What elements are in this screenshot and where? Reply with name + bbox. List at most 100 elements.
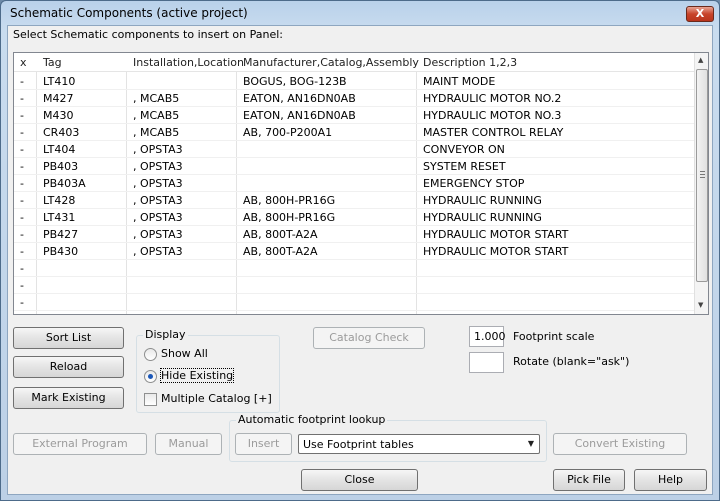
- cell-tag: LT428: [43, 194, 76, 207]
- grip-line: [700, 171, 705, 172]
- components-grid[interactable]: x Tag Installation,Location Manufacturer…: [13, 52, 709, 315]
- table-row[interactable]: - M430 , MCAB5 EATON, AN16DN0AB HYDRAULIC MO…: [14, 107, 694, 124]
- chevron-down-icon[interactable]: ▼: [523, 435, 539, 453]
- grid-header: x Tag Installation,Location Manufacturer…: [14, 53, 694, 72]
- display-group: Display Show All Hide Existing Multiple …: [136, 328, 280, 413]
- cell-x: -: [20, 211, 24, 224]
- cell-x: -: [20, 160, 24, 173]
- cell-mfr: EATON, AN16DN0AB: [243, 92, 356, 105]
- rotate-input[interactable]: [469, 352, 504, 373]
- cell-x: -: [20, 194, 24, 207]
- header-x[interactable]: x: [20, 56, 27, 69]
- cell-mfr: AB, 800H-PR16G: [243, 194, 336, 207]
- header-location[interactable]: Installation,Location: [133, 56, 244, 69]
- cell-x: -: [20, 262, 24, 275]
- cell-loc: , MCAB5: [133, 126, 180, 139]
- cell-desc: HYDRAULIC MOTOR START: [423, 245, 569, 258]
- header-tag[interactable]: Tag: [43, 56, 62, 69]
- show-all-radio[interactable]: [144, 348, 157, 361]
- footprint-lookup-group: Automatic footprint lookup Insert Use Fo…: [229, 413, 547, 462]
- pick-file-button[interactable]: Pick File: [553, 469, 625, 491]
- sort-list-button[interactable]: Sort List: [13, 327, 124, 349]
- table-row[interactable]: - CR403 , MCAB5 AB, 700-P200A1 MASTER CONTRO…: [14, 124, 694, 141]
- cell-x: -: [20, 177, 24, 190]
- table-row[interactable]: -: [14, 277, 694, 294]
- cell-loc: , OPSTA3: [133, 245, 183, 258]
- cell-desc: HYDRAULIC MOTOR NO.2: [423, 92, 562, 105]
- cell-tag: M430: [43, 109, 74, 122]
- external-program-button[interactable]: External Program: [13, 433, 147, 455]
- footprint-scale-input[interactable]: 1.000: [469, 326, 506, 347]
- cell-x: -: [20, 92, 24, 105]
- close-button[interactable]: Close: [301, 469, 418, 491]
- cell-tag: PB403A: [43, 177, 86, 190]
- table-row[interactable]: - LT404 , OPSTA3 CONVEYOR ON: [14, 141, 694, 158]
- cell-tag: CR403: [43, 126, 80, 139]
- table-row[interactable]: - PB403A , OPSTA3 EMERGENCY STOP: [14, 175, 694, 192]
- footprint-source-dropdown[interactable]: Use Footprint tables ▼: [298, 434, 540, 454]
- dialog-client-area: Select Schematic components to insert on…: [7, 25, 713, 495]
- multiple-catalog-label[interactable]: Multiple Catalog [+]: [161, 392, 272, 405]
- cell-mfr: EATON, AN16DN0AB: [243, 109, 356, 122]
- scrollbar-thumb[interactable]: [696, 69, 708, 282]
- hide-existing-radio[interactable]: [144, 370, 157, 383]
- table-row[interactable]: - PB430 , OPSTA3 AB, 800T-A2A HYDRAULIC MOTO…: [14, 243, 694, 260]
- cell-loc: , MCAB5: [133, 109, 180, 122]
- table-row[interactable]: - LT410 BOGUS, BOG-123B MAINT MODE: [14, 73, 694, 90]
- cell-x: -: [20, 279, 24, 292]
- cell-tag: LT404: [43, 143, 76, 156]
- cell-desc: HYDRAULIC MOTOR NO.3: [423, 109, 562, 122]
- table-row[interactable]: -: [14, 294, 694, 311]
- cell-desc: CONVEYOR ON: [423, 143, 505, 156]
- cell-loc: , OPSTA3: [133, 143, 183, 156]
- title-bar[interactable]: Schematic Components (active project) X: [1, 1, 719, 25]
- insert-button[interactable]: Insert: [235, 433, 292, 455]
- header-manufacturer[interactable]: Manufacturer,Catalog,Assembly: [243, 56, 419, 69]
- table-row[interactable]: -: [14, 260, 694, 277]
- cell-tag: M427: [43, 92, 74, 105]
- cell-tag: LT431: [43, 211, 76, 224]
- cell-tag: PB427: [43, 228, 79, 241]
- window-title: Schematic Components (active project): [10, 6, 248, 20]
- footprint-lookup-label: Automatic footprint lookup: [236, 413, 388, 426]
- reload-button[interactable]: Reload: [13, 356, 124, 378]
- hide-existing-label[interactable]: Hide Existing: [159, 368, 235, 383]
- cell-x: -: [20, 296, 24, 309]
- catalog-check-button[interactable]: Catalog Check: [313, 327, 425, 349]
- multiple-catalog-checkbox[interactable]: [144, 393, 157, 406]
- instruction-label: Select Schematic components to insert on…: [13, 28, 284, 41]
- cell-tag: PB403: [43, 160, 79, 173]
- cell-mfr: BOGUS, BOG-123B: [243, 75, 347, 88]
- cell-desc: HYDRAULIC RUNNING: [423, 194, 542, 207]
- cell-loc: , OPSTA3: [133, 228, 183, 241]
- window-close-button[interactable]: X: [686, 6, 714, 22]
- cell-tag: PB430: [43, 245, 79, 258]
- show-all-label[interactable]: Show All: [161, 347, 208, 360]
- cell-loc: , OPSTA3: [133, 194, 183, 207]
- cell-desc: EMERGENCY STOP: [423, 177, 525, 190]
- manual-button[interactable]: Manual: [155, 433, 222, 455]
- scroll-up-icon[interactable]: ▲: [698, 56, 703, 64]
- table-row[interactable]: - PB427 , OPSTA3 AB, 800T-A2A HYDRAULIC MOTO…: [14, 226, 694, 243]
- cell-x: -: [20, 75, 24, 88]
- help-button[interactable]: Help: [634, 469, 707, 491]
- cell-loc: , OPSTA3: [133, 211, 183, 224]
- cell-desc: MAINT MODE: [423, 75, 496, 88]
- convert-existing-button[interactable]: Convert Existing: [553, 433, 687, 455]
- cell-x: -: [20, 228, 24, 241]
- mark-existing-button[interactable]: Mark Existing: [13, 387, 124, 409]
- grip-line: [700, 174, 705, 175]
- cell-desc: HYDRAULIC RUNNING: [423, 211, 542, 224]
- table-row[interactable]: - LT428 , OPSTA3 AB, 800H-PR16G HYDRAULIC RU…: [14, 192, 694, 209]
- grid-scrollbar[interactable]: ▲ ▼: [694, 53, 708, 314]
- table-row[interactable]: - M427 , MCAB5 EATON, AN16DN0AB HYDRAULIC MO…: [14, 90, 694, 107]
- header-description[interactable]: Description 1,2,3: [423, 56, 517, 69]
- table-row[interactable]: - PB403 , OPSTA3 SYSTEM RESET: [14, 158, 694, 175]
- cell-x: -: [20, 245, 24, 258]
- cell-desc: SYSTEM RESET: [423, 160, 506, 173]
- table-row[interactable]: - LT431 , OPSTA3 AB, 800H-PR16G HYDRAULIC RU…: [14, 209, 694, 226]
- cell-x: -: [20, 126, 24, 139]
- scroll-down-icon[interactable]: ▼: [698, 301, 703, 309]
- cell-x: -: [20, 109, 24, 122]
- close-icon: X: [695, 7, 705, 20]
